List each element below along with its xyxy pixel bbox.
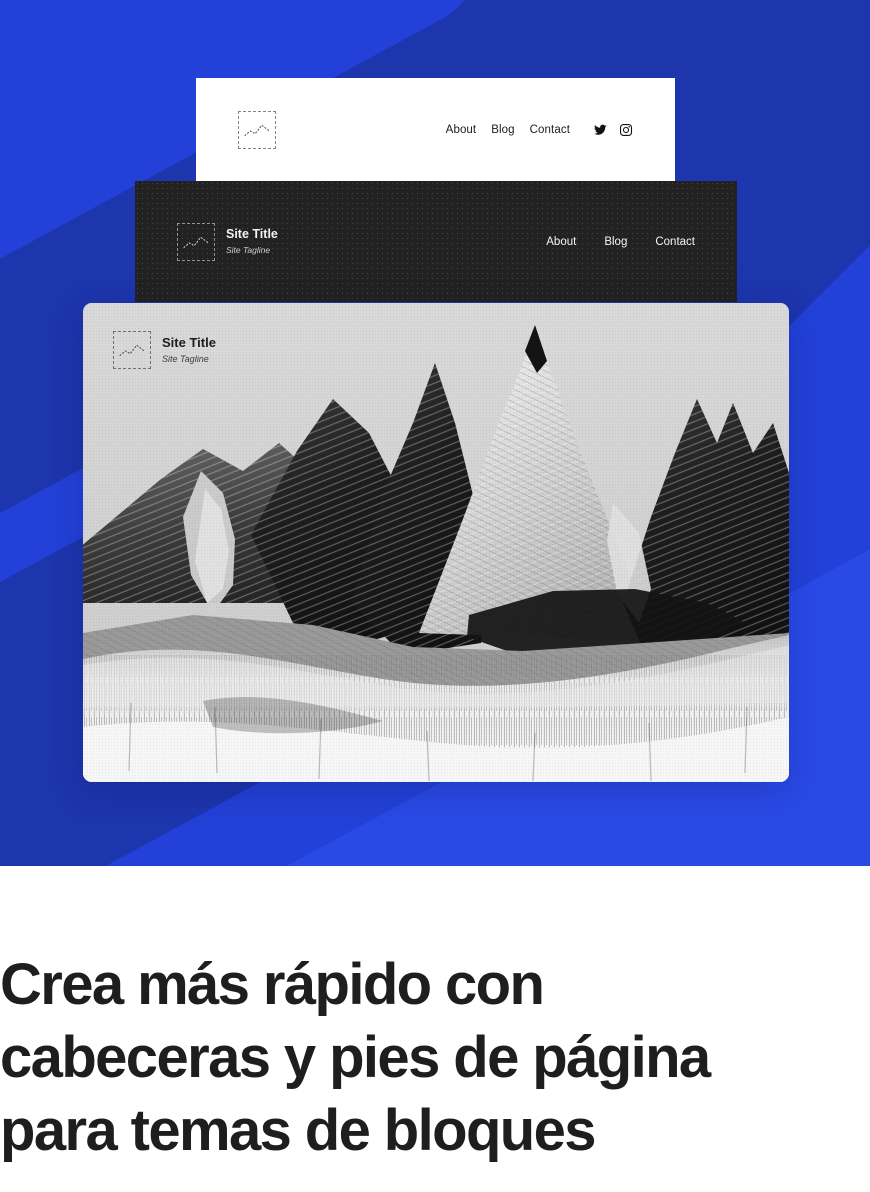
nav-link-about[interactable]: About [546, 236, 576, 248]
bottom-dotted-divider [285, 1187, 870, 1188]
brand-lockup-white [238, 111, 276, 149]
brand-lockup-dark: Site Title Site Tagline [177, 222, 278, 261]
site-tagline: Site Tagline [226, 245, 271, 256]
brand-text-photo: Site Title Site Tagline [162, 335, 216, 366]
nav-link-contact[interactable]: Contact [530, 124, 570, 136]
social-links-white [593, 123, 633, 137]
page-title: Crea más rápido con cabeceras y pies de … [0, 952, 711, 1164]
mockup-photo-hero-header: Site Title Site Tagline [83, 303, 789, 782]
content-section: Crea más rápido con cabeceras y pies de … [0, 866, 870, 1192]
image-placeholder-icon [177, 222, 215, 261]
brand-lockup-photo: Site Title Site Tagline [113, 331, 216, 369]
nav-link-blog[interactable]: Blog [491, 124, 514, 136]
nav-dark-header: About Blog Contact [546, 236, 695, 248]
nav-link-blog[interactable]: Blog [604, 236, 627, 248]
nav-white-header: About Blog Contact [446, 123, 633, 137]
hero-background: About Blog Contact Site Title Site Tagli… [0, 0, 870, 866]
site-title: Site Title [162, 334, 216, 350]
photo-header-bar: Site Title Site Tagline [83, 303, 789, 397]
brand-text-dark: Site Title Site Tagline [226, 227, 278, 257]
instagram-icon[interactable] [619, 123, 633, 137]
site-tagline: Site Tagline [162, 353, 209, 364]
nav-link-about[interactable]: About [446, 124, 477, 136]
twitter-icon[interactable] [593, 123, 607, 137]
image-placeholder-icon [238, 111, 276, 149]
mockup-dark-header: Site Title Site Tagline About Blog Conta… [135, 181, 737, 302]
mockup-white-header: About Blog Contact [196, 78, 675, 182]
image-placeholder-icon [113, 331, 151, 369]
site-title: Site Title [226, 226, 278, 241]
nav-link-contact[interactable]: Contact [655, 236, 695, 248]
